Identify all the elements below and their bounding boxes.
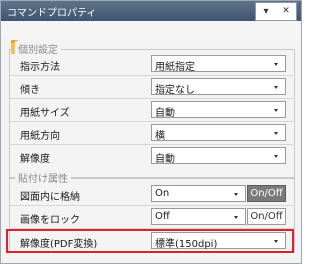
- divider: [9, 121, 293, 122]
- select-store-in-drawing-value: On: [155, 188, 170, 199]
- chevron-down-icon: [274, 132, 278, 135]
- select-paper-size[interactable]: 自動: [151, 101, 286, 119]
- select-lock-image-value: Off: [155, 211, 170, 222]
- select-paper-orientation-value: 横: [155, 131, 165, 142]
- label-paper-size: 用紙サイズ: [20, 108, 70, 119]
- chevron-down-icon: [274, 155, 278, 158]
- label-tilt: 傾き: [20, 85, 40, 96]
- group-individual-settings-legend: 個別設定: [15, 41, 61, 56]
- window-title: コマンドプロパティ: [7, 8, 97, 19]
- title-buttons: ▾ ✕: [255, 2, 297, 21]
- toggle-lock-image[interactable]: On/Off: [247, 208, 286, 225]
- select-lock-image[interactable]: Off: [151, 208, 246, 225]
- toggle-store-in-drawing[interactable]: On/Off: [247, 185, 286, 202]
- group-paste-attributes-legend: 貼付け属性: [15, 170, 71, 185]
- select-resolution-value: 自動: [155, 154, 175, 165]
- select-instruction-method[interactable]: 用紙指定: [151, 55, 286, 73]
- chevron-down-icon: [234, 216, 238, 219]
- bottom-bar: [1, 253, 301, 263]
- chevron-down-icon: [274, 63, 278, 66]
- divider: [9, 75, 293, 76]
- divider: [9, 98, 293, 99]
- chevron-down-icon: [274, 86, 278, 89]
- title-bar[interactable]: コマンドプロパティ ▾ ✕: [1, 1, 301, 21]
- select-tilt-value: 指定なし: [155, 85, 195, 96]
- select-resolution[interactable]: 自動: [151, 147, 286, 165]
- highlight-box: [6, 229, 294, 253]
- select-paper-size-value: 自動: [155, 108, 175, 119]
- pin-icon[interactable]: ▾: [256, 3, 276, 20]
- label-lock-image: 画像をロック: [20, 215, 80, 226]
- select-paper-orientation[interactable]: 横: [151, 124, 286, 142]
- divider: [9, 144, 293, 145]
- command-properties-window: コマンドプロパティ ▾ ✕ 個別設定 指示方法 用紙指定 傾き 指定なし 用紙サ…: [0, 0, 302, 264]
- divider: [9, 205, 293, 206]
- chevron-down-icon: [234, 193, 238, 196]
- label-instruction-method: 指示方法: [20, 62, 60, 73]
- select-store-in-drawing[interactable]: On: [151, 185, 246, 202]
- close-icon[interactable]: ✕: [276, 3, 296, 20]
- label-resolution: 解像度: [20, 154, 50, 165]
- label-store-in-drawing: 図面内に格納: [20, 192, 80, 203]
- chevron-down-icon: [274, 109, 278, 112]
- label-paper-orientation: 用紙方向: [20, 131, 60, 142]
- select-tilt[interactable]: 指定なし: [151, 78, 286, 96]
- toolbar: [1, 21, 301, 54]
- select-instruction-method-value: 用紙指定: [155, 62, 195, 73]
